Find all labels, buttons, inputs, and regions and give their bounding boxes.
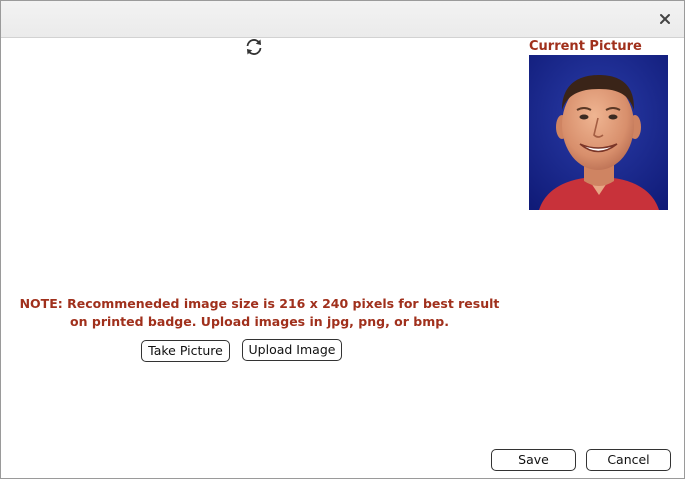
save-button[interactable]: Save xyxy=(491,449,576,471)
underlay-text-fragment: ˉ ˉ ˉ ˉ ˉ ˉ ˉ ˉ xyxy=(89,0,164,11)
cancel-button[interactable]: Cancel xyxy=(586,449,671,471)
current-picture-label: Current Picture xyxy=(529,39,642,54)
underlay-text-fragment: ˉ ˉ ˉ ˉ ˉ ˉ xyxy=(323,0,379,11)
refresh-icon xyxy=(246,39,262,55)
note-line-1: NOTE: Recommeneded image size is 216 x 2… xyxy=(19,296,500,311)
dialog-titlebar: ˉ ˉ ˉ ˉ ˉ ˉ ˉ ˉ ˉ ˉ ˉ ˉ ˉ ˉ xyxy=(1,0,684,38)
current-picture-image xyxy=(529,55,668,210)
picture-dialog: ˉ ˉ ˉ ˉ ˉ ˉ ˉ ˉ ˉ ˉ ˉ ˉ ˉ ˉ Current Pict… xyxy=(0,0,685,479)
take-picture-button[interactable]: Take Picture xyxy=(141,340,230,362)
close-button[interactable] xyxy=(656,10,674,28)
note-line-2: on printed badge. Upload images in jpg, … xyxy=(70,314,449,329)
close-icon xyxy=(660,14,670,24)
upload-image-button[interactable]: Upload Image xyxy=(242,339,342,361)
image-size-note: NOTE: Recommeneded image size is 216 x 2… xyxy=(11,295,508,331)
refresh-camera-button[interactable] xyxy=(244,38,264,56)
